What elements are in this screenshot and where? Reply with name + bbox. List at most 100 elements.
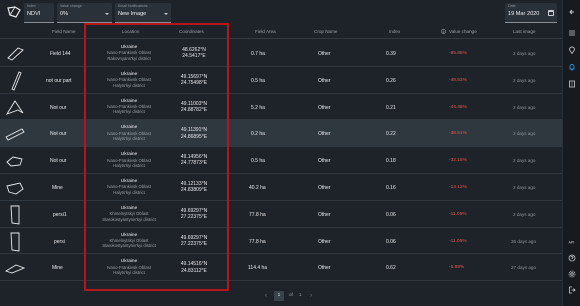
value-change: -11.05%	[449, 238, 467, 244]
api-icon[interactable]: API	[568, 238, 576, 246]
coordinates-cell: 49.15697°N 24.75498°E	[166, 74, 222, 86]
last-image: 2 days ago	[513, 211, 536, 217]
bell-icon[interactable]	[568, 63, 576, 71]
index-value: 0.26	[386, 77, 396, 84]
column-header-coordinates[interactable]: Coordinates	[179, 29, 204, 34]
column-header-last-image[interactable]: Last image	[513, 29, 535, 34]
field-shape-thumbnail	[7, 47, 24, 61]
longitude: 24.83809°E	[180, 187, 208, 194]
table-row[interactable]: not our part Ukraine Ivano-Frankivsk Obl…	[0, 66, 562, 94]
column-header-field-name[interactable]: Field Name	[52, 29, 76, 34]
current-page[interactable]: 1	[274, 291, 284, 301]
location-district: Halyts'kyi district	[113, 189, 145, 195]
gear-icon[interactable]	[568, 270, 576, 278]
index-select-value: NDVI	[27, 11, 41, 17]
index-value: 0.62	[386, 265, 396, 272]
index-value: 0.22	[386, 131, 396, 138]
location-cell: Ukraine Ivano-Frankivsk Oblast Rakovnyan…	[86, 45, 172, 61]
location-cell: Ukraine Khmelnytskyi Oblast Starokostyan…	[86, 233, 172, 249]
date-value: 19 Mar 2020	[508, 11, 540, 17]
field-name: persi1	[53, 211, 67, 218]
sort-icon[interactable]	[441, 29, 446, 34]
report-icon[interactable]	[568, 80, 576, 88]
field-area: 0.5 ha	[251, 158, 265, 165]
field-shape-thumbnail	[10, 205, 20, 225]
value-change: -48.53%	[449, 77, 467, 83]
table-row[interactable]: Mine Ukraine Ivano-Frankivsk Oblast Haly…	[0, 254, 562, 282]
field-shape-thumbnail	[5, 99, 24, 115]
last-image: 2 days ago	[513, 185, 536, 190]
last-image: 2 days ago	[513, 131, 536, 137]
page-of-label: of	[289, 292, 293, 297]
table-row[interactable]: Field 144 Ukraine Ivano-Frankivsk Oblast…	[0, 40, 562, 67]
help-icon[interactable]	[568, 254, 576, 262]
value-change-select[interactable]: Value change 0%	[57, 3, 112, 23]
pagination: ‹ 1 of 1 ›	[262, 291, 322, 302]
location-district: Rakovnyans'kyi district	[107, 55, 151, 61]
column-header-location[interactable]: Location	[122, 29, 139, 34]
location-cell: Ukraine Khmelnytskyi Oblast Starokostyan…	[86, 206, 172, 222]
calendar-icon[interactable]	[548, 10, 554, 16]
field-area: 0.7 ha	[251, 51, 265, 57]
field-area: 40.2 ha	[249, 185, 266, 191]
table-row[interactable]: persi Ukraine Khmelnytskyi Oblast Starok…	[0, 227, 562, 255]
field-name: Field 144	[50, 51, 71, 57]
longitude: 24.83112°E	[181, 267, 207, 274]
chevron-down-icon	[164, 13, 168, 15]
location-cell: Ukraine Ivano-Frankivsk Oblast Halyts'ky…	[86, 259, 172, 275]
index-value: 0.18	[386, 158, 396, 165]
crop-name: Other	[318, 131, 331, 138]
value-change: -38.51%	[449, 131, 467, 137]
index-select[interactable]: Index NDVI	[24, 3, 54, 23]
table-row-selected[interactable]: Not our Ukraine Ivano-Frankivsk Oblast H…	[0, 120, 562, 148]
date-caption: Date	[508, 4, 516, 8]
chevron-right-icon[interactable]: ›	[310, 293, 312, 299]
crop-name: Other	[318, 77, 331, 84]
location-pin-icon[interactable]	[568, 46, 576, 54]
last-image: 35 days ago	[511, 238, 537, 244]
table-row[interactable]: Not our Ukraine Ivano-Frankivsk Oblast H…	[0, 93, 562, 121]
top-toolbar: Index NDVI Value change 0% Email Notific…	[0, 0, 562, 26]
field-area: 77.8 ha	[249, 211, 266, 218]
table-row[interactable]: Mine Ukraine Ivano-Frankivsk Oblast Haly…	[0, 174, 562, 201]
table-row[interactable]: Not our Ukraine Ivano-Frankivsk Oblast H…	[0, 147, 562, 174]
coordinates-cell: 48.6262°N 24.5417°E	[166, 47, 222, 59]
last-image: 2 days ago	[513, 104, 536, 110]
crop-name: Other	[318, 265, 331, 272]
location-district: Starokostyantyniv'kyi district	[102, 243, 156, 249]
app-logo-icon[interactable]	[7, 6, 21, 19]
location-cell: Ukraine Ivano-Frankivsk Oblast Halyts'ky…	[86, 99, 172, 115]
coordinates-cell: 49.69297°N 27.22375°E	[166, 208, 222, 220]
index-select-caption: Index	[27, 4, 36, 8]
field-shape-thumbnail	[6, 182, 24, 195]
column-header-crop-name[interactable]: Crop Name	[314, 29, 338, 34]
coordinates-cell: 49.14516°N 24.83112°E	[166, 261, 222, 273]
email-notifications-value: New Image	[118, 11, 147, 17]
table-header: Field Name Location Coordinates Field Ar…	[0, 25, 562, 39]
date-picker[interactable]: Date 19 Mar 2020	[505, 3, 557, 23]
column-header-value-change[interactable]: Value change	[449, 29, 477, 34]
email-notifications-caption: Email Notifications	[118, 4, 148, 8]
field-shape-thumbnail	[11, 71, 22, 91]
field-shape-thumbnail	[4, 264, 26, 274]
coordinates-cell: 49.11391°N 24.86895°E	[166, 127, 222, 139]
email-notifications-select[interactable]: Email Notifications New Image	[115, 3, 171, 23]
index-value: 0.16	[386, 185, 396, 191]
last-image: 2 days ago	[513, 77, 536, 83]
logout-icon[interactable]	[568, 286, 576, 294]
table-row[interactable]: persi1 Ukraine Khmelnytskyi Oblast Staro…	[0, 200, 562, 228]
last-image: 27 days ago	[511, 265, 537, 271]
value-change-caption: Value change	[60, 4, 82, 8]
total-pages: 1	[299, 292, 302, 297]
list-icon[interactable]	[568, 29, 576, 37]
chevron-left-icon[interactable]: ‹	[265, 293, 267, 299]
field-name: Mine	[52, 265, 63, 272]
crop-name: Other	[318, 51, 331, 57]
location-district: Halyts'kyi district	[113, 163, 145, 168]
longitude: 27.22375°E	[180, 240, 208, 247]
column-header-index[interactable]: Index	[389, 29, 400, 34]
location-district: Starokostyantyniv'kyi district	[102, 216, 156, 222]
column-header-field-area[interactable]: Field Area	[255, 29, 276, 34]
collapse-icon[interactable]	[568, 8, 576, 16]
chevron-down-icon	[105, 13, 109, 15]
